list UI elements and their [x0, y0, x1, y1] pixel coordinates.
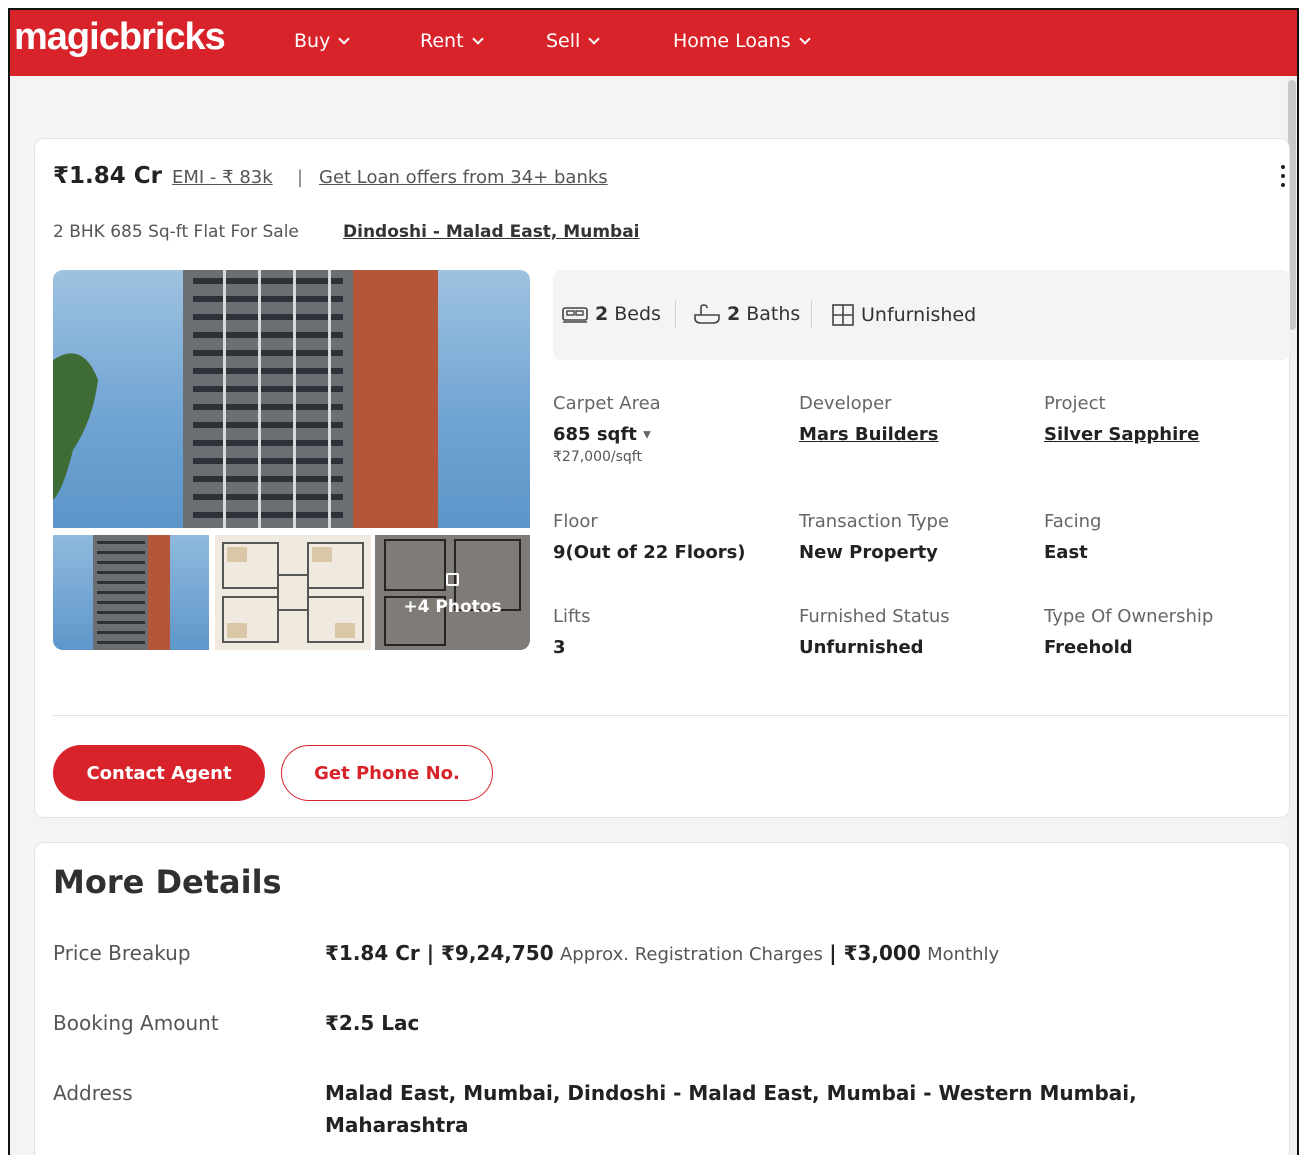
spec-project: Project Silver Sapphire	[1044, 393, 1199, 445]
developer-label: Developer	[799, 393, 892, 414]
baths-label: Baths	[746, 303, 801, 325]
spec-developer: Developer Mars Builders	[799, 393, 938, 445]
nav-sell-label: Sell	[546, 30, 581, 52]
facing-label: Facing	[1044, 511, 1102, 532]
nav-home-loans[interactable]: Home Loans	[673, 30, 811, 52]
amenity-divider	[811, 300, 812, 328]
photo-thumbnail-2[interactable]	[215, 535, 371, 650]
loan-offers-link[interactable]: Get Loan offers from 34+ banks	[319, 167, 608, 188]
amenities-summary: 2 Beds 2 Baths Unfurnished	[553, 270, 1290, 360]
emi-link[interactable]: EMI - ₹ 83k	[172, 167, 273, 188]
lifts-label: Lifts	[553, 606, 591, 627]
property-listing-card: ₹1.84 Cr EMI - ₹ 83k | Get Loan offers f…	[34, 138, 1290, 818]
furnishing-icon	[832, 304, 854, 326]
photos-overlay	[375, 535, 530, 650]
furnishing-info: Unfurnished	[831, 303, 976, 327]
bathtub-icon	[694, 304, 720, 324]
address-row: Address Malad East, Mumbai, Dindoshi - M…	[53, 1081, 1273, 1141]
furnishing-label: Unfurnished	[861, 304, 977, 326]
nav-rent[interactable]: Rent	[420, 30, 484, 52]
nav-sell[interactable]: Sell	[546, 30, 600, 52]
carpet-area-label: Carpet Area	[553, 393, 661, 414]
beds-label: Beds	[614, 303, 661, 325]
floor-label: Floor	[553, 511, 598, 532]
chevron-down-icon	[471, 33, 484, 45]
carpet-area-rate: ₹27,000/sqft	[553, 449, 642, 465]
furnished-status-value: Unfurnished	[799, 637, 924, 658]
nav-rent-label: Rent	[420, 30, 464, 52]
gallery-icon	[446, 573, 459, 586]
more-options-icon[interactable]	[1281, 165, 1287, 187]
spec-floor: Floor 9(Out of 22 Floors)	[553, 511, 746, 563]
floor-plan-illustration	[222, 542, 364, 643]
booking-amount-value: ₹2.5 Lac	[325, 1011, 420, 1035]
photo-thumbnail-more[interactable]: +4 Photos	[375, 535, 530, 650]
more-details-card: More Details Price Breakup ₹1.84 Cr | ₹9…	[34, 842, 1290, 1155]
address-value: Malad East, Mumbai, Dindoshi - Malad Eas…	[325, 1081, 1137, 1137]
photo-thumbnail-1[interactable]	[53, 535, 209, 650]
header-separator: |	[297, 167, 304, 188]
price-breakup-value: ₹1.84 Cr | ₹9,24,750 Approx. Registratio…	[325, 941, 1000, 965]
building-thumb-illustration	[93, 535, 170, 650]
furnished-status-label: Furnished Status	[799, 606, 950, 627]
project-label: Project	[1044, 393, 1106, 414]
more-photos-label: +4 Photos	[403, 597, 502, 617]
amenity-divider	[675, 300, 676, 328]
spec-lifts: Lifts 3	[553, 606, 591, 658]
get-phone-button[interactable]: Get Phone No.	[281, 745, 493, 801]
ownership-value: Freehold	[1044, 637, 1133, 658]
contact-agent-button[interactable]: Contact Agent	[53, 745, 265, 801]
ownership-label: Type Of Ownership	[1044, 606, 1214, 627]
chevron-down-icon	[338, 33, 350, 45]
booking-amount-label: Booking Amount	[53, 1011, 219, 1035]
spec-ownership: Type Of Ownership Freehold	[1044, 606, 1213, 658]
price-breakup-label: Price Breakup	[53, 941, 191, 965]
project-link[interactable]: Silver Sapphire	[1044, 424, 1199, 445]
spec-facing: Facing East	[1044, 511, 1101, 563]
booking-amount-row: Booking Amount ₹2.5 Lac	[53, 1011, 1273, 1039]
bed-icon	[562, 307, 588, 323]
listing-price: ₹1.84 Cr	[53, 163, 162, 189]
nav-buy[interactable]: Buy	[294, 30, 350, 52]
spec-furnished-status: Furnished Status Unfurnished	[799, 606, 950, 658]
baths-info: 2 Baths	[693, 303, 800, 325]
nav-home-loans-label: Home Loans	[673, 30, 791, 52]
magicbricks-logo[interactable]: magicbricks	[14, 16, 226, 59]
developer-link[interactable]: Mars Builders	[799, 424, 938, 445]
facing-value: East	[1044, 542, 1088, 563]
property-main-photo[interactable]	[53, 270, 530, 528]
address-label: Address	[53, 1081, 133, 1105]
beds-info: 2 Beds	[561, 303, 661, 325]
nav-buy-label: Buy	[294, 30, 331, 52]
caret-down-icon: ▼	[643, 429, 651, 441]
card-divider	[53, 715, 1290, 716]
listing-subtitle: 2 BHK 685 Sq-ft Flat For Sale	[53, 222, 299, 242]
floor-value: 9(Out of 22 Floors)	[553, 542, 746, 563]
chevron-down-icon	[798, 33, 811, 45]
spec-carpet-area: Carpet Area 685 sqft ▼ ₹27,000/sqft	[553, 393, 661, 465]
lifts-value: 3	[553, 637, 566, 658]
building-photo-illustration	[53, 270, 438, 528]
location-link[interactable]: Dindoshi - Malad East, Mumbai	[343, 222, 640, 242]
beds-count: 2	[595, 303, 609, 325]
price-breakup-row: Price Breakup ₹1.84 Cr | ₹9,24,750 Appro…	[53, 941, 1273, 971]
carpet-area-value[interactable]: 685 sqft ▼	[553, 424, 661, 445]
baths-count: 2	[727, 303, 741, 325]
top-navigation-bar: magicbricks Buy Rent Sell Home Loans	[10, 10, 1297, 76]
browser-viewport: magicbricks Buy Rent Sell Home Loans ₹1.…	[8, 8, 1299, 1155]
transaction-type-value: New Property	[799, 542, 938, 563]
spec-transaction-type: Transaction Type New Property	[799, 511, 949, 563]
chevron-down-icon	[588, 33, 600, 45]
more-details-title: More Details	[53, 863, 282, 901]
transaction-type-label: Transaction Type	[799, 511, 950, 532]
